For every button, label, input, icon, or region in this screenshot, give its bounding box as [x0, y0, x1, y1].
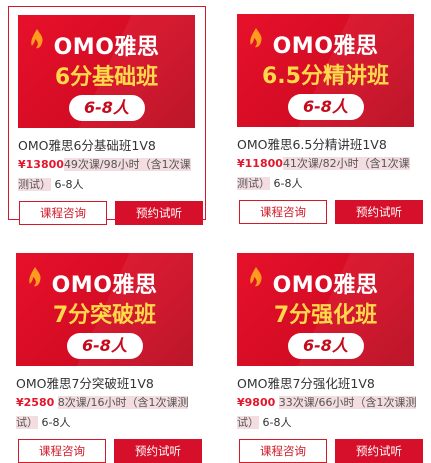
course-details-cont: 试）: [16, 416, 38, 429]
banner-title: OMO雅思: [272, 34, 379, 59]
course-banner[interactable]: OMO雅思 7分突破班 6-8人: [16, 253, 193, 366]
course-banner[interactable]: OMO雅思 6.5分精讲班 6-8人: [237, 14, 414, 127]
course-card[interactable]: OMO雅思 6.5分精讲班 6-8人 OMO雅思6.5分精讲班1V8 ¥1180…: [229, 6, 427, 224]
course-price: ¥13800: [18, 158, 64, 171]
book-trial-button[interactable]: 预约试听: [115, 201, 203, 225]
consult-button[interactable]: 课程咨询: [19, 201, 107, 225]
class-size: 6-8人: [54, 178, 84, 191]
course-banner[interactable]: OMO雅思 7分强化班 6-8人: [237, 253, 414, 366]
class-size-badge: 6-8人: [66, 333, 143, 359]
course-price: ¥9800: [237, 396, 276, 409]
banner-subtitle: 7分强化班: [273, 303, 378, 328]
course-info: ¥1180041次课/82小时（含1次课 测试） 6-8人: [237, 154, 419, 194]
course-name[interactable]: OMO雅思7分强化班1V8: [237, 373, 375, 392]
book-trial-button[interactable]: 预约试听: [114, 439, 202, 463]
course-card[interactable]: OMO雅思 7分强化班 6-8人 OMO雅思7分强化班1V8 ¥9800 33次…: [229, 245, 427, 463]
class-size: 6-8人: [41, 416, 71, 429]
course-card[interactable]: OMO雅思 6分基础班 6-8人 OMO雅思6分基础班1V8 ¥1380049次…: [8, 6, 206, 225]
course-details-cont: 测试）: [18, 178, 51, 191]
book-trial-button[interactable]: 预约试听: [335, 200, 423, 224]
consult-button[interactable]: 课程咨询: [239, 439, 327, 463]
class-size-badge: 6-8人: [287, 94, 364, 120]
course-details-cont: 试）: [237, 416, 259, 429]
consult-button[interactable]: 课程咨询: [18, 439, 106, 463]
course-price: ¥2580: [16, 396, 55, 409]
course-details: 49次课/98小时（含1次课: [63, 158, 191, 171]
course-name[interactable]: OMO雅思6分基础班1V8: [18, 135, 156, 154]
course-details: 41次课/82小时（含1次课: [282, 157, 410, 170]
banner-title: OMO雅思: [51, 273, 158, 298]
course-name[interactable]: OMO雅思7分突破班1V8: [16, 373, 154, 392]
banner-subtitle: 6分基础班: [54, 65, 159, 90]
course-details: 8次课/16小时（含1次课测: [57, 396, 189, 409]
course-info: ¥2580 8次课/16小时（含1次课测试） 6-8人: [16, 393, 198, 433]
banner-title: OMO雅思: [272, 273, 379, 298]
banner-subtitle: 6.5分精讲班: [262, 64, 389, 89]
banner-subtitle: 7分突破班: [52, 303, 157, 328]
course-details-cont: 测试）: [237, 177, 270, 190]
book-trial-button[interactable]: 预约试听: [335, 439, 423, 463]
course-banner[interactable]: OMO雅思 6分基础班 6-8人: [18, 15, 195, 128]
course-info: ¥1380049次课/98小时（含1次课 测试） 6-8人: [18, 155, 200, 195]
banner-title: OMO雅思: [53, 35, 160, 60]
consult-button[interactable]: 课程咨询: [239, 200, 327, 224]
course-info: ¥9800 33次课/66小时（含1次课测试） 6-8人: [237, 393, 419, 433]
course-price: ¥11800: [237, 157, 283, 170]
course-details: 33次课/66小时（含1次课测: [278, 396, 417, 409]
course-card[interactable]: OMO雅思 7分突破班 6-8人 OMO雅思7分突破班1V8 ¥2580 8次课…: [8, 245, 206, 463]
class-size-badge: 6-8人: [287, 333, 364, 359]
class-size: 6-8人: [273, 177, 303, 190]
course-name[interactable]: OMO雅思6.5分精讲班1V8: [237, 134, 387, 153]
class-size-badge: 6-8人: [68, 95, 145, 121]
class-size: 6-8人: [262, 416, 292, 429]
